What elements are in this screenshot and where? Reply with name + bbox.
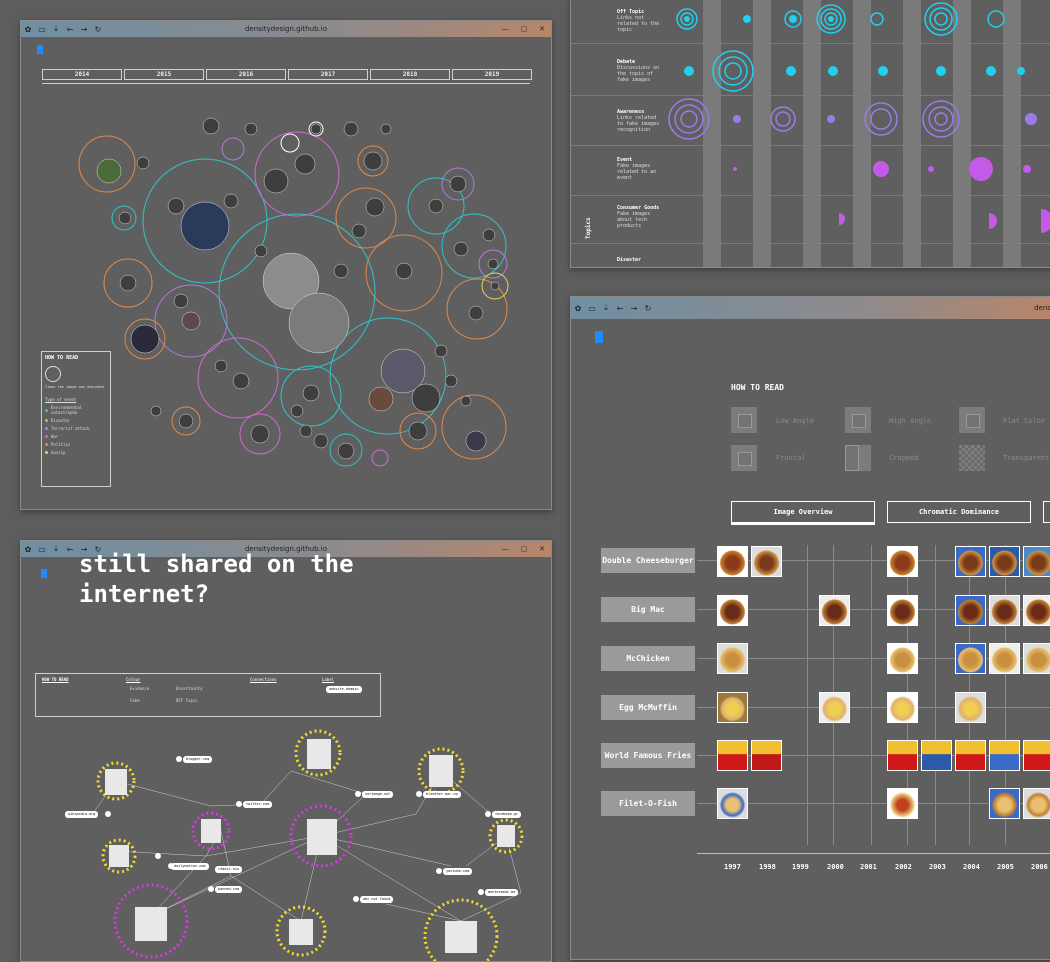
forward-icon[interactable]: → [627, 304, 641, 313]
burger-thumb[interactable] [1023, 546, 1050, 577]
address-bar[interactable]: densitydesign [1034, 304, 1050, 312]
site-label[interactable]: twitter.com [243, 801, 273, 808]
mcmuffin-thumb[interactable] [955, 692, 986, 723]
legend-environmental: Environmental catastrophe [45, 405, 107, 415]
row-label[interactable]: Egg McMuffin [601, 695, 695, 720]
site-label[interactable]: wikipedia.org [65, 811, 99, 818]
site-label[interactable]: dailymotion.com [171, 863, 209, 870]
legend-politics: Politics [45, 442, 107, 447]
mcdonalds-window: ✿ ▭ ⤓ ← → ↻ densitydesign HOW TO READ Lo… [570, 296, 1050, 960]
site-label[interactable]: bleather.mar.co [423, 791, 461, 798]
fries-thumb[interactable] [717, 740, 748, 771]
browser-toolbar: ✿ ▭ ⤓ ← → ↻ densitydesign [571, 297, 1050, 319]
fish-thumb[interactable] [1023, 788, 1050, 819]
mcchicken-thumb[interactable] [887, 643, 918, 674]
mcchicken-thumb[interactable] [1023, 643, 1050, 674]
site-label[interactable]: verimage.net [362, 791, 394, 798]
site-label[interactable]: abc not found [360, 896, 394, 903]
site-label[interactable]: mentormeat.be [485, 889, 519, 896]
row-label[interactable]: World Famous Fries [601, 743, 695, 768]
how-to-read-title: HOW TO READ [45, 355, 79, 361]
size-legend-circle [45, 366, 61, 382]
timeline-window: ✿ ▭ ⤓ ← → ↻ densitydesign.github.io — ▢ ✕ … [20, 20, 552, 510]
app-icon[interactable]: ✿ [571, 304, 585, 313]
fries-thumb[interactable] [989, 740, 1020, 771]
legend-terrorist: Terrorist attack [45, 426, 107, 431]
reload-icon[interactable]: ↻ [641, 304, 655, 313]
burger-thumb[interactable] [751, 546, 782, 577]
site-logo [595, 331, 603, 343]
bigmac-thumb[interactable] [717, 595, 748, 626]
how-to-read-title: HOW TO READ [731, 383, 784, 392]
type-title: Type of event [45, 397, 77, 402]
fries-thumb[interactable] [955, 740, 986, 771]
mcchicken-thumb[interactable] [955, 643, 986, 674]
fries-thumb[interactable] [921, 740, 952, 771]
topics-window: Off Topic Links not related to the topic … [570, 0, 1050, 268]
legend-gossip: Gossip [45, 450, 107, 455]
fries-thumb[interactable] [1023, 740, 1050, 771]
legend-disaster: Disaster [45, 418, 107, 423]
burger-thumb[interactable] [955, 546, 986, 577]
mcmuffin-thumb[interactable] [887, 692, 918, 723]
bigmac-thumb[interactable] [887, 595, 918, 626]
tab-chromatic-dominance[interactable]: Chromatic Dominance [887, 501, 1031, 523]
fish-thumb[interactable] [989, 788, 1020, 819]
mcmuffin-thumb[interactable] [819, 692, 850, 723]
topic-marks [668, 2, 1050, 233]
sidebar-icon[interactable]: ▭ [585, 304, 599, 313]
back-icon[interactable]: ← [613, 304, 627, 313]
site-label[interactable]: facebook.gr [492, 811, 522, 818]
burger-thumb[interactable] [717, 546, 748, 577]
fish-thumb[interactable] [717, 788, 748, 819]
fries-thumb[interactable] [751, 740, 782, 771]
bigmac-thumb[interactable] [1023, 595, 1050, 626]
row-label[interactable]: McChicken [601, 646, 695, 671]
mcmuffin-thumb[interactable] [717, 692, 748, 723]
fries-thumb[interactable] [887, 740, 918, 771]
bigmac-thumb[interactable] [955, 595, 986, 626]
row-label[interactable]: Filet-O-Fish [601, 791, 695, 816]
mcchicken-thumb[interactable] [989, 643, 1020, 674]
network-graph [90, 729, 524, 961]
site-label[interactable]: reddit.hio [215, 866, 243, 873]
size-caption: Times the image was debunked [45, 385, 105, 389]
site-label[interactable]: banned.com [215, 886, 243, 893]
row-label[interactable]: Double Cheeseburger [601, 548, 695, 573]
legend-war: War [45, 434, 107, 439]
tab-next[interactable] [1043, 501, 1050, 523]
how-to-read-panel: HOW TO READ Times the image was debunked… [41, 351, 111, 487]
burger-thumb[interactable] [989, 546, 1020, 577]
bigmac-thumb[interactable] [819, 595, 850, 626]
mcchicken-thumb[interactable] [717, 643, 748, 674]
site-label[interactable]: youtube.com [443, 868, 473, 875]
fish-thumb[interactable] [887, 788, 918, 819]
network-window: ✿ ▭ ⤓ ← → ↻ densitydesign.github.io — ▢ ✕ … [20, 540, 552, 962]
download-icon[interactable]: ⤓ [599, 303, 613, 313]
tab-image-overview[interactable]: Image Overview [731, 501, 875, 525]
burger-thumb[interactable] [887, 546, 918, 577]
row-label[interactable]: Big Mac [601, 597, 695, 622]
bigmac-thumb[interactable] [989, 595, 1020, 626]
site-label[interactable]: blogger.com [183, 756, 213, 763]
